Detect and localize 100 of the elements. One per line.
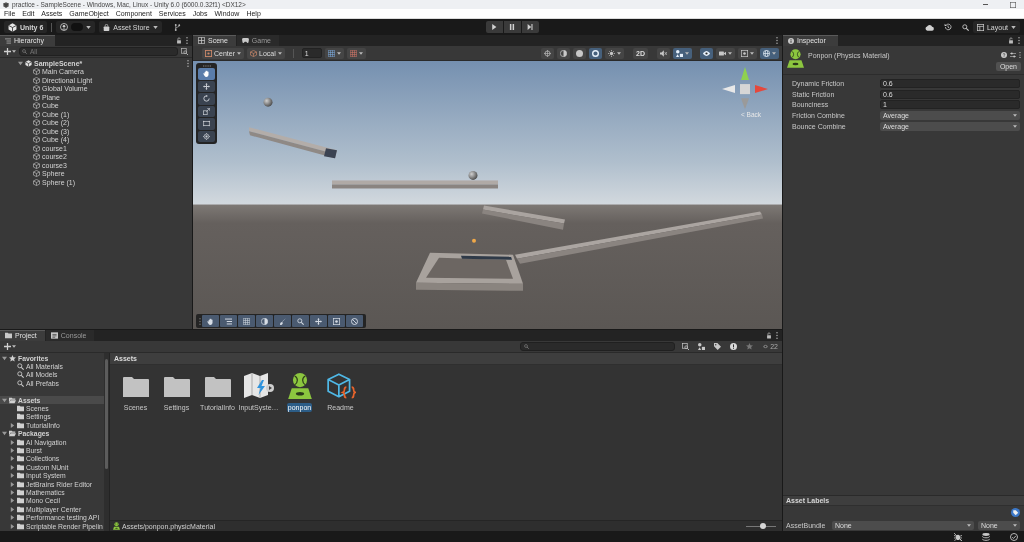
- eye-icon: [703, 49, 710, 57]
- expander-icon[interactable]: [10, 489, 15, 495]
- lock-icon[interactable]: [176, 37, 182, 44]
- add-button[interactable]: [4, 342, 16, 351]
- expander-icon[interactable]: [10, 515, 15, 521]
- branch-icon[interactable]: [173, 23, 181, 31]
- expander-icon[interactable]: [10, 523, 15, 529]
- lock-icon[interactable]: [766, 332, 772, 339]
- expander-icon[interactable]: [10, 448, 15, 453]
- expander-icon[interactable]: [2, 355, 7, 361]
- open-folder-icon: [9, 430, 16, 438]
- transform-tool-button[interactable]: [198, 130, 215, 142]
- expander-icon[interactable]: [2, 431, 7, 437]
- view-option-button[interactable]: [573, 47, 587, 59]
- grid-icon: [198, 37, 205, 44]
- slider-thumb[interactable]: [759, 523, 766, 529]
- view-option-button[interactable]: [557, 47, 571, 59]
- gamepad-icon: [241, 37, 249, 44]
- map-icon[interactable]: [243, 373, 274, 399]
- grid-icon: [243, 317, 250, 325]
- caret-icon: [12, 50, 16, 53]
- move-tool-button[interactable]: [198, 80, 215, 92]
- view-option-button[interactable]: [716, 47, 735, 59]
- search-icon[interactable]: [961, 23, 969, 31]
- shapes-icon[interactable]: [698, 343, 706, 350]
- view-option-button[interactable]: [589, 47, 603, 59]
- view-option-button[interactable]: [738, 47, 757, 59]
- lock-icon[interactable]: [1008, 37, 1014, 44]
- tool-button[interactable]: [202, 315, 219, 327]
- check-icon[interactable]: [1010, 532, 1018, 541]
- minimize-icon[interactable]: [982, 4, 989, 5]
- folder-icon[interactable]: [163, 375, 190, 397]
- rect-tool-button[interactable]: [198, 118, 215, 130]
- view-option-button[interactable]: [700, 47, 713, 59]
- sliders-icon[interactable]: [1010, 52, 1016, 58]
- rotate-tool-button[interactable]: [198, 93, 215, 105]
- hand-tool-button[interactable]: [198, 68, 215, 80]
- tool-button[interactable]: [310, 315, 327, 327]
- tag-icon[interactable]: [1011, 508, 1020, 517]
- info-icon: [788, 37, 794, 44]
- tool-button[interactable]: [238, 315, 255, 327]
- expander-icon[interactable]: [10, 506, 15, 512]
- expander-icon[interactable]: [10, 481, 15, 487]
- search-field[interactable]: [520, 342, 676, 351]
- caret-icon: [1013, 113, 1017, 117]
- caret-icon: [237, 51, 241, 55]
- view-option-button[interactable]: [657, 47, 670, 59]
- add-button[interactable]: [4, 47, 16, 56]
- bug-icon[interactable]: [954, 532, 962, 541]
- increment-snap-dropdown[interactable]: [346, 47, 366, 59]
- stack-icon[interactable]: [982, 532, 990, 541]
- tag-icon[interactable]: [714, 343, 722, 350]
- play-icon: [491, 24, 497, 30]
- caret-icon: [750, 51, 754, 55]
- half-circle-icon: [560, 49, 568, 57]
- expander-icon[interactable]: [18, 60, 23, 66]
- expander-icon[interactable]: [10, 464, 15, 470]
- expander-icon[interactable]: [10, 456, 15, 462]
- search-icon: [22, 49, 27, 54]
- alert-icon[interactable]: [730, 343, 738, 350]
- step-button[interactable]: [521, 21, 539, 33]
- view-option-button[interactable]: [760, 47, 779, 59]
- tool-button[interactable]: [274, 315, 291, 327]
- cube-braces-icon[interactable]: [325, 372, 356, 400]
- scrollbar-thumb[interactable]: [105, 359, 108, 469]
- account-dropdown[interactable]: [56, 21, 96, 33]
- open-folder-icon: [9, 396, 16, 404]
- expander-icon[interactable]: [2, 397, 7, 403]
- help-icon[interactable]: [1001, 52, 1007, 58]
- pause-button[interactable]: [503, 21, 521, 33]
- star-icon[interactable]: [746, 343, 754, 350]
- expander-icon[interactable]: [10, 439, 15, 445]
- view-option-button[interactable]: [673, 47, 692, 59]
- expander-icon[interactable]: [10, 498, 15, 504]
- view-option-button[interactable]: [605, 47, 625, 59]
- view-option-button[interactable]: [541, 47, 555, 59]
- blocked-icon: [351, 317, 358, 325]
- expander-icon[interactable]: [10, 422, 15, 428]
- box-search-icon[interactable]: [181, 48, 188, 55]
- physics-material-icon[interactable]: [287, 373, 312, 399]
- tool-button[interactable]: [256, 315, 273, 327]
- layout-icon: [976, 23, 984, 31]
- ring-icon: [592, 49, 600, 57]
- tool-button[interactable]: [292, 315, 309, 327]
- history-icon[interactable]: [943, 23, 952, 31]
- cloud-icon[interactable]: [924, 22, 934, 32]
- play-button[interactable]: [485, 21, 503, 33]
- tool-button[interactable]: [346, 315, 363, 327]
- scale-tool-button[interactable]: [198, 105, 215, 117]
- folder-icon[interactable]: [204, 375, 231, 397]
- folder-icon[interactable]: [122, 375, 149, 397]
- maximize-icon[interactable]: [1010, 1, 1016, 8]
- expander-icon[interactable]: [10, 473, 15, 479]
- physics-material-icon: [113, 522, 120, 530]
- tool-button[interactable]: [328, 315, 345, 327]
- axis-gizmo[interactable]: [722, 67, 768, 110]
- box-search-icon[interactable]: [682, 343, 690, 350]
- grid-snap-dropdown[interactable]: [324, 47, 344, 59]
- tool-button[interactable]: [220, 315, 237, 327]
- scrollbar[interactable]: [104, 353, 109, 531]
